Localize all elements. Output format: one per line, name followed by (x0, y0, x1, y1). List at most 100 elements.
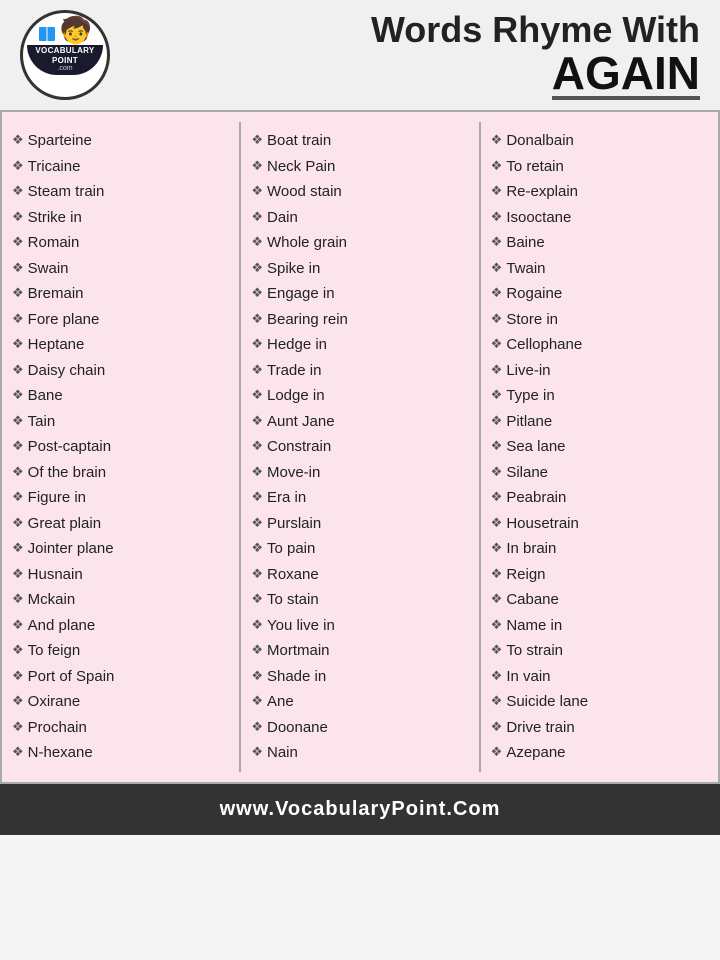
diamond-icon: ❖ (12, 413, 24, 430)
list-item: ❖To stain (251, 587, 468, 613)
diamond-icon: ❖ (12, 438, 24, 455)
footer-url: www.VocabularyPoint.Com (220, 798, 501, 820)
list-item: ❖Post-captain (12, 434, 229, 460)
word-text: Husnain (28, 565, 83, 585)
diamond-icon: ❖ (491, 744, 503, 761)
list-item: ❖Spike in (251, 256, 468, 282)
word-text: To feign (28, 641, 81, 661)
word-text: Silane (506, 463, 548, 483)
diamond-icon: ❖ (491, 285, 503, 302)
word-text: Of the brain (28, 463, 106, 483)
word-text: Era in (267, 488, 306, 508)
diamond-icon: ❖ (251, 132, 263, 149)
word-text: Doonane (267, 718, 328, 738)
word-text: Neck Pain (267, 157, 335, 177)
list-item: ❖Ane (251, 689, 468, 715)
diamond-icon: ❖ (12, 591, 24, 608)
list-item: ❖Baine (491, 230, 708, 256)
word-text: Heptane (28, 335, 85, 355)
diamond-icon: ❖ (491, 158, 503, 175)
title-block: Words Rhyme With AGAIN (126, 10, 700, 100)
diamond-icon: ❖ (12, 336, 24, 353)
list-item: ❖Bearing rein (251, 307, 468, 333)
word-text: Aunt Jane (267, 412, 335, 432)
word-text: Sea lane (506, 437, 565, 457)
diamond-icon: ❖ (12, 668, 24, 685)
word-text: Dain (267, 208, 298, 228)
word-text: To retain (506, 157, 564, 177)
word-text: Move-in (267, 463, 320, 483)
word-text: Nain (267, 743, 298, 763)
diamond-icon: ❖ (12, 540, 24, 557)
diamond-icon: ❖ (251, 362, 263, 379)
diamond-icon: ❖ (12, 183, 24, 200)
word-text: Jointer plane (28, 539, 114, 559)
list-item: ❖Suicide lane (491, 689, 708, 715)
diamond-icon: ❖ (12, 158, 24, 175)
word-text: Oxirane (28, 692, 81, 712)
diamond-icon: ❖ (251, 642, 263, 659)
diamond-icon: ❖ (12, 234, 24, 251)
word-text: To pain (267, 539, 315, 559)
list-item: ❖Name in (491, 613, 708, 639)
diamond-icon: ❖ (251, 311, 263, 328)
list-item: ❖Fore plane (12, 307, 229, 333)
list-item: ❖Azepane (491, 740, 708, 766)
word-text: Whole grain (267, 233, 347, 253)
list-item: ❖Roxane (251, 562, 468, 588)
list-item: ❖Hedge in (251, 332, 468, 358)
logo-com-text: .com (27, 65, 103, 73)
word-text: Donalbain (506, 131, 574, 151)
word-text: Isooctane (506, 208, 571, 228)
diamond-icon: ❖ (251, 158, 263, 175)
diamond-icon: ❖ (491, 464, 503, 481)
diamond-icon: ❖ (491, 489, 503, 506)
word-text: Mortmain (267, 641, 330, 661)
word-text: Prochain (28, 718, 87, 738)
list-item: ❖Tricaine (12, 154, 229, 180)
column-3: ❖Donalbain❖To retain❖Re-explain❖Isooctan… (481, 122, 718, 772)
list-item: ❖Silane (491, 460, 708, 486)
list-item: ❖Sea lane (491, 434, 708, 460)
word-text: Re-explain (506, 182, 578, 202)
word-text: Port of Spain (28, 667, 115, 687)
word-text: To stain (267, 590, 319, 610)
diamond-icon: ❖ (251, 566, 263, 583)
list-item: ❖Nain (251, 740, 468, 766)
list-item: ❖Doonane (251, 715, 468, 741)
word-text: And plane (28, 616, 96, 636)
list-item: ❖Daisy chain (12, 358, 229, 384)
list-item: ❖Constrain (251, 434, 468, 460)
diamond-icon: ❖ (491, 591, 503, 608)
word-text: To strain (506, 641, 563, 661)
list-item: ❖In brain (491, 536, 708, 562)
word-text: Post-captain (28, 437, 111, 457)
list-item: ❖Cellophane (491, 332, 708, 358)
word-text: Ane (267, 692, 294, 712)
diamond-icon: ❖ (251, 234, 263, 251)
word-text: Fore plane (28, 310, 100, 330)
diamond-icon: ❖ (251, 387, 263, 404)
list-item: ❖Of the brain (12, 460, 229, 486)
word-text: Wood stain (267, 182, 342, 202)
diamond-icon: ❖ (12, 260, 24, 277)
word-text: Romain (28, 233, 80, 253)
word-text: N-hexane (28, 743, 93, 763)
list-item: ❖Neck Pain (251, 154, 468, 180)
word-text: Spike in (267, 259, 320, 279)
diamond-icon: ❖ (491, 183, 503, 200)
diamond-icon: ❖ (491, 719, 503, 736)
diamond-icon: ❖ (12, 744, 24, 761)
diamond-icon: ❖ (12, 311, 24, 328)
diamond-icon: ❖ (251, 260, 263, 277)
diamond-icon: ❖ (491, 387, 503, 404)
list-item: ❖Steam train (12, 179, 229, 205)
list-item: ❖Housetrain (491, 511, 708, 537)
diamond-icon: ❖ (491, 642, 503, 659)
character-icon: 🧒 (60, 17, 92, 43)
word-text: Shade in (267, 667, 326, 687)
word-text: You live in (267, 616, 335, 636)
title-line1: Words Rhyme With (126, 10, 700, 50)
list-item: ❖Peabrain (491, 485, 708, 511)
diamond-icon: ❖ (251, 413, 263, 430)
